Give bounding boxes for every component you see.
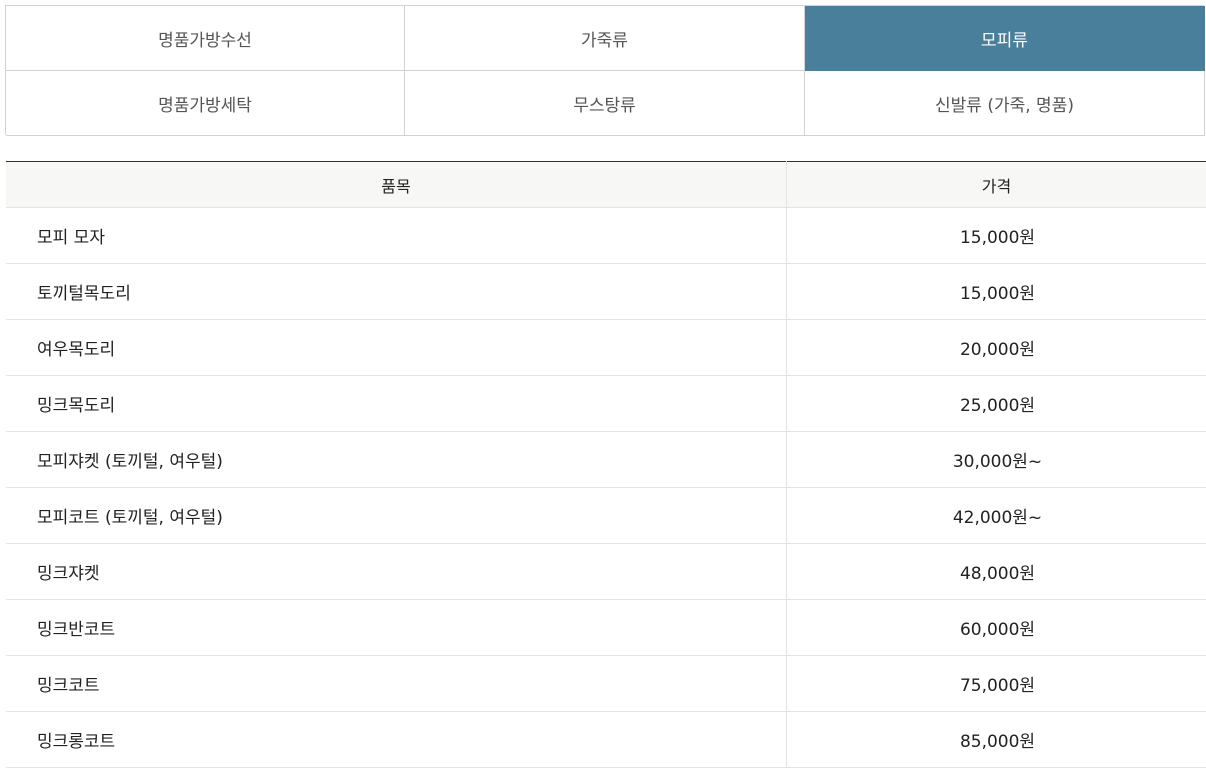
tab-leather[interactable]: 가죽류: [405, 6, 805, 71]
item-price: 48,000원: [786, 543, 1206, 600]
item-name: 토끼털목도리: [6, 263, 787, 320]
table-row: 모피 모자 15,000원: [6, 207, 1206, 264]
tab-shoes[interactable]: 신발류 (가죽, 명품): [805, 71, 1205, 136]
header-item: 품목: [6, 161, 787, 208]
table-row: 밍크목도리 25,000원: [6, 375, 1206, 432]
item-name: 밍크목도리: [6, 375, 787, 432]
table-row: 밍크코트 75,000원: [6, 655, 1206, 712]
item-price: 60,000원: [786, 599, 1206, 656]
item-name: 밍크코트: [6, 655, 787, 712]
header-price: 가격: [786, 161, 1206, 208]
table-row: 토끼털목도리 15,000원: [6, 263, 1206, 320]
tab-luxury-bag-repair[interactable]: 명품가방수선: [6, 6, 405, 71]
item-price: 42,000원~: [786, 487, 1206, 544]
item-price: 15,000원: [786, 207, 1206, 264]
table-row: 밍크쟈켓 48,000원: [6, 543, 1206, 600]
item-price: 25,000원: [786, 375, 1206, 432]
item-name: 모피쟈켓 (토끼털, 여우털): [6, 431, 787, 488]
table-header-row: 품목 가격: [6, 161, 1206, 208]
item-name: 모피 모자: [6, 207, 787, 264]
item-price: 15,000원: [786, 263, 1206, 320]
price-table: 품목 가격 모피 모자 15,000원 토끼털목도리 15,000원 여우목도리…: [6, 161, 1206, 768]
table-row: 밍크반코트 60,000원: [6, 599, 1206, 656]
table-row: 모피쟈켓 (토끼털, 여우털) 30,000원~: [6, 431, 1206, 488]
category-tabs: 명품가방수선 가죽류 모피류 명품가방세탁 무스탕류 신발류 (가죽, 명품): [5, 5, 1205, 136]
item-price: 30,000원~: [786, 431, 1206, 488]
item-name: 여우목도리: [6, 319, 787, 376]
item-name: 밍크쟈켓: [6, 543, 787, 600]
item-price: 85,000원: [786, 711, 1206, 768]
table-row: 모피코트 (토끼털, 여우털) 42,000원~: [6, 487, 1206, 544]
table-row: 여우목도리 20,000원: [6, 319, 1206, 376]
table-row: 밍크롱코트 85,000원: [6, 711, 1206, 768]
item-price: 20,000원: [786, 319, 1206, 376]
item-price: 75,000원: [786, 655, 1206, 712]
item-name: 밍크롱코트: [6, 711, 787, 768]
tab-mouton[interactable]: 무스탕류: [405, 71, 805, 136]
tab-fur[interactable]: 모피류: [805, 6, 1205, 71]
tab-luxury-bag-cleaning[interactable]: 명품가방세탁: [6, 71, 405, 136]
item-name: 모피코트 (토끼털, 여우털): [6, 487, 787, 544]
item-name: 밍크반코트: [6, 599, 787, 656]
